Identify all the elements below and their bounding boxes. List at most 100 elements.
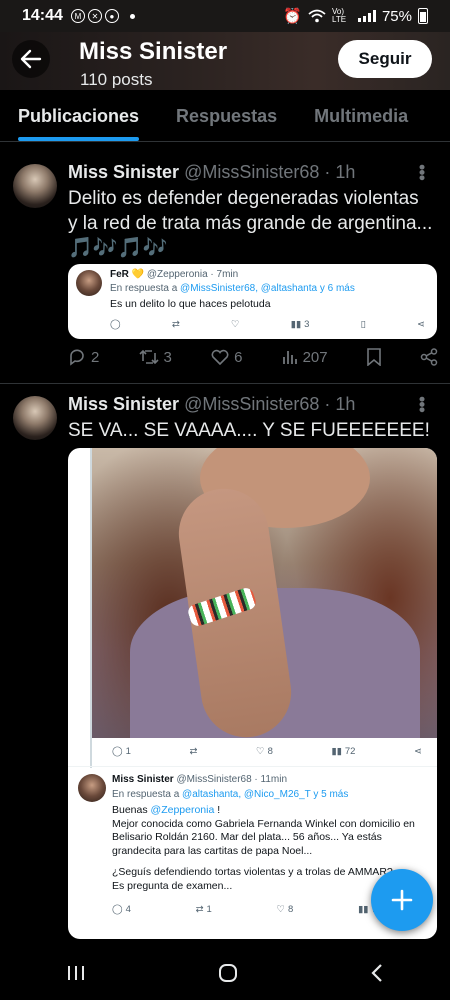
embedded-reply-targets: @altashanta, @Nico_M26_T y 5 más: [182, 789, 349, 800]
views-icon: ▮▮ 72: [331, 746, 356, 757]
embedded-greeting-suffix: !: [214, 804, 221, 816]
embedded-like-count: 8: [288, 904, 294, 915]
tweet-1[interactable]: Miss Sinister @MissSinister68 · 1h ••• D…: [0, 142, 450, 384]
like-icon: ♡ 8: [256, 746, 273, 757]
profile-tabs: Publicaciones Respuestas Multimedia: [0, 90, 450, 142]
like-icon: ♡ 8: [276, 904, 294, 915]
embedded-spacer: [112, 858, 432, 866]
more-icon[interactable]: •••: [411, 164, 432, 180]
home-icon[interactable]: [218, 963, 238, 983]
embedded-header: Miss Sinister @MissSinister68 · 11min: [112, 774, 287, 785]
retweet-icon: ⇄ 1: [195, 904, 212, 915]
post-count: 110 posts: [80, 70, 153, 88]
embedded-line: grandecita para las cartitas de papa Noe…: [112, 844, 313, 857]
author-name[interactable]: Miss Sinister: [68, 162, 179, 182]
bookmark-icon: ▯: [360, 319, 366, 330]
embedded-greeting: Buenas: [112, 804, 151, 816]
photo-actions: ◯ 1 ⇄ ♡ 8 ▮▮ 72 ⋖: [112, 746, 422, 757]
quote-reply-line: En respuesta a @MissSinister68, @altasha…: [110, 283, 355, 294]
follow-button[interactable]: Seguir: [338, 40, 432, 78]
author-name[interactable]: Miss Sinister: [68, 394, 179, 414]
photo-views-count: 72: [344, 746, 356, 757]
avatar[interactable]: [13, 164, 57, 208]
profile-header: Miss Sinister 110 posts Seguir: [0, 32, 450, 90]
embedded-screenshot[interactable]: ◯ 1 ⇄ ♡ 8 ▮▮ 72 ⋖ Miss Sinister @MissSin…: [68, 448, 437, 939]
quote-views: 3: [304, 319, 310, 330]
embedded-line: Belisario Roldán 2160. Mar del plata... …: [112, 831, 382, 843]
tweet-text: Delito es defender degeneradas violentas…: [68, 186, 443, 261]
tweet-header: Miss Sinister @MissSinister68 · 1h: [68, 394, 355, 415]
mail-notification-icon: M: [70, 9, 85, 23]
views-count: 207: [302, 348, 328, 366]
author-handle: @MissSinister68 · 1h: [184, 162, 356, 182]
reply-icon: [70, 349, 84, 366]
quote-reply-targets: @MissSinister68, @altashanta y 6 más: [180, 283, 355, 294]
reply-icon: ◯ 1: [112, 746, 131, 757]
retweet-icon: [138, 349, 159, 365]
avatar[interactable]: [13, 396, 57, 440]
tweet-text: SE VA... SE VAAAA.... Y SE FUEEEEEEE!: [68, 420, 430, 441]
bookmark-button[interactable]: [367, 348, 381, 366]
selfie-photo[interactable]: [90, 448, 437, 738]
photo-like-count: 8: [267, 746, 273, 757]
soccer-notification-icon: ●: [104, 9, 119, 23]
status-right: ⏰ Vo) LTE 75%: [283, 7, 428, 25]
like-count: 6: [234, 348, 243, 366]
profile-title: Miss Sinister: [79, 38, 228, 65]
quoted-screenshot[interactable]: FeR 💛 @Zepperonia · 7min En respuesta a …: [68, 264, 437, 339]
signal-icon: [357, 10, 376, 22]
photo-reply-count: 1: [125, 746, 131, 757]
tweet-header: Miss Sinister @MissSinister68 · 1h: [68, 162, 355, 183]
embedded-mention: @Zepperonia: [150, 804, 215, 816]
embedded-line: Buenas @Zepperonia !: [112, 804, 432, 818]
thread-line: [90, 448, 92, 768]
author-handle: @MissSinister68 · 1h: [184, 394, 356, 414]
quote-body: Es un delito lo que haces pelotuda: [110, 298, 271, 310]
x-notification-icon: ✕: [87, 9, 102, 23]
back-button[interactable]: [12, 40, 50, 78]
tweet-2[interactable]: Miss Sinister @MissSinister68 · 1h ••• S…: [0, 384, 450, 945]
tab-multimedia[interactable]: Multimedia: [314, 90, 408, 141]
battery-icon: [418, 8, 428, 24]
retweet-icon: ⇄: [189, 746, 198, 757]
embedded-actions: ◯ 4 ⇄ 1 ♡ 8 ▮▮ 77: [112, 904, 382, 915]
tab-publicaciones[interactable]: Publicaciones: [18, 90, 140, 141]
like-icon: [211, 349, 229, 365]
reply-count: 2: [91, 348, 100, 366]
like-button[interactable]: 6: [211, 349, 242, 366]
retweet-button[interactable]: 3: [138, 349, 172, 366]
embedded-line: Mejor conocida como Gabriela Fernanda Wi…: [112, 817, 415, 830]
like-icon: ♡: [230, 319, 240, 330]
quote-reply-prefix: En respuesta a: [110, 283, 178, 294]
back-arrow-icon: [20, 49, 42, 69]
quote-handle: @Zepperonia · 7min: [146, 269, 239, 280]
compose-button[interactable]: [371, 869, 433, 931]
quote-actions: ◯ ⇄ ♡ ▮▮ 3 ▯ ⋖: [110, 319, 425, 330]
tab-respuestas[interactable]: Respuestas: [176, 90, 277, 141]
tweet-actions: 2 3 6 207: [68, 348, 438, 366]
retweet-icon: ⇄: [171, 319, 180, 330]
reply-button[interactable]: 2: [68, 348, 99, 366]
battery-level: 75%: [381, 7, 412, 25]
views-icon: [282, 351, 297, 364]
embedded-reply-line: En respuesta a @altashanta, @Nico_M26_T …: [112, 789, 348, 800]
share-icon: ⋖: [417, 319, 425, 330]
embedded-handle: @MissSinister68 · 11min: [176, 774, 288, 785]
music-notes-emoji: 🎵🎶🎵🎶: [68, 237, 168, 259]
views-button[interactable]: 207: [282, 349, 328, 366]
embedded-reply-prefix: En respuesta a: [112, 789, 180, 800]
more-icon[interactable]: •••: [411, 396, 432, 412]
tweet-text-line: Delito es defender degeneradas violentas: [68, 188, 419, 209]
more-notifications-dot: [129, 13, 135, 19]
share-button[interactable]: [420, 348, 438, 366]
recents-icon[interactable]: [66, 964, 86, 982]
divider: [68, 766, 437, 767]
reply-icon: ◯: [110, 319, 121, 330]
embedded-retweet-count: 1: [206, 904, 212, 915]
back-nav-icon[interactable]: [370, 963, 384, 983]
quote-name: FeR 💛: [110, 269, 145, 280]
status-time: 14:44: [22, 7, 63, 24]
share-icon: [420, 348, 438, 366]
embedded-name: Miss Sinister: [112, 774, 174, 785]
alarm-icon: ⏰: [283, 8, 302, 25]
